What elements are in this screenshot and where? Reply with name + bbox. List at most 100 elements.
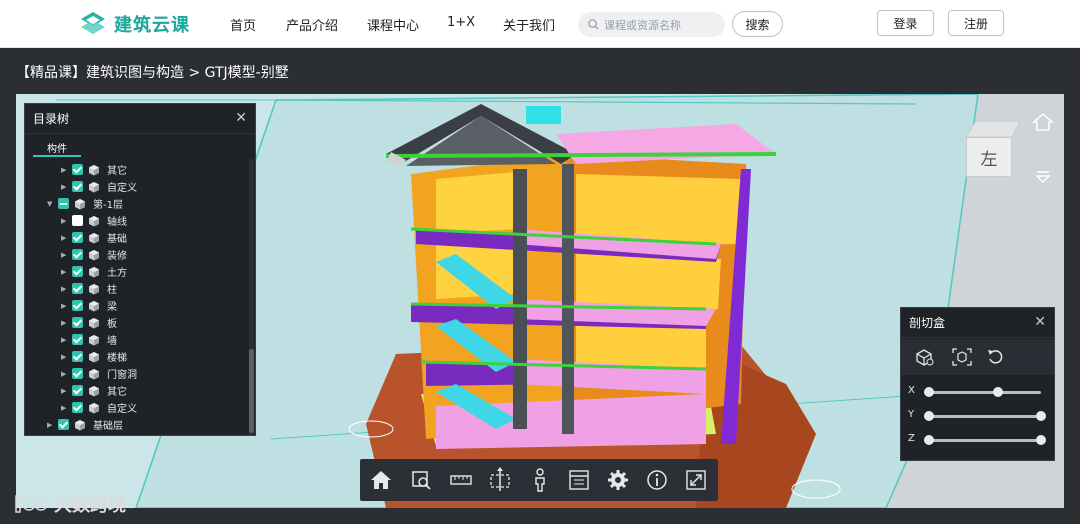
- hide-box-icon[interactable]: [913, 347, 935, 367]
- tree-item[interactable]: ▶ 基础: [61, 229, 127, 246]
- scroll-thumb[interactable]: [249, 349, 254, 433]
- cube-icon: [89, 181, 99, 192]
- caret-right-icon[interactable]: ▶: [47, 421, 55, 429]
- caret-right-icon[interactable]: ▶: [61, 183, 69, 191]
- view-home-icon[interactable]: [1032, 112, 1054, 132]
- checkbox[interactable]: [72, 334, 83, 345]
- tree-item[interactable]: ▶ 基础层: [47, 416, 123, 433]
- tree-scrollbar[interactable]: [249, 159, 254, 435]
- fit-box-icon[interactable]: [951, 347, 973, 367]
- tab-components[interactable]: 构件: [25, 134, 255, 158]
- properties-icon[interactable]: [566, 467, 592, 493]
- register-button[interactable]: 注册: [948, 10, 1004, 36]
- tree-item-label: 板: [107, 319, 117, 330]
- caret-right-icon[interactable]: ▶: [61, 234, 69, 242]
- caret-down-icon[interactable]: ▼: [47, 200, 55, 208]
- checkbox[interactable]: [58, 198, 69, 209]
- nav-about[interactable]: 关于我们: [503, 15, 555, 34]
- axis-slider-y[interactable]: Y: [901, 408, 1054, 424]
- tree-item[interactable]: ▶ 土方: [61, 263, 127, 280]
- home-icon[interactable]: [368, 467, 394, 493]
- caret-right-icon[interactable]: ▶: [61, 166, 69, 174]
- tree-item[interactable]: ▶ 自定义: [61, 178, 137, 195]
- caret-right-icon[interactable]: ▶: [61, 217, 69, 225]
- section-box-panel: 剖切盒 ✕ X Y Z: [900, 307, 1055, 461]
- tree-item[interactable]: ▶ 楼梯: [61, 348, 127, 365]
- watermark: 大数跨境: [14, 491, 126, 517]
- axis-slider-z[interactable]: Z: [901, 432, 1054, 448]
- zoom-window-icon[interactable]: [408, 467, 434, 493]
- caret-right-icon[interactable]: ▶: [61, 387, 69, 395]
- checkbox[interactable]: [72, 215, 83, 226]
- caret-right-icon[interactable]: ▶: [61, 319, 69, 327]
- caret-right-icon[interactable]: ▶: [61, 404, 69, 412]
- close-icon[interactable]: ✕: [235, 110, 247, 126]
- info-icon[interactable]: [644, 467, 670, 493]
- tree-item[interactable]: ▶ 墙: [61, 331, 117, 348]
- fullscreen-icon[interactable]: [683, 467, 709, 493]
- section-title: 剖切盒: [909, 316, 946, 330]
- view-cube-face[interactable]: 左: [966, 137, 1012, 177]
- tree-item[interactable]: ▶ 装修: [61, 246, 127, 263]
- caret-right-icon[interactable]: ▶: [61, 353, 69, 361]
- slider-min-handle[interactable]: [924, 435, 934, 445]
- brand-logo[interactable]: 建筑云课: [80, 10, 190, 38]
- checkbox[interactable]: [72, 385, 83, 396]
- checkbox[interactable]: [72, 368, 83, 379]
- cube-icon: [89, 249, 99, 260]
- caret-right-icon[interactable]: ▶: [61, 302, 69, 310]
- view-menu-down-icon[interactable]: [1034, 168, 1052, 184]
- tree-item[interactable]: ▶ 其它: [61, 161, 127, 178]
- view-cube[interactable]: 左: [962, 117, 1022, 185]
- tree-item[interactable]: ▶ 板: [61, 314, 117, 331]
- search-input[interactable]: 课程或资源名称: [578, 12, 725, 37]
- nav-courses[interactable]: 课程中心: [367, 15, 419, 34]
- caret-right-icon[interactable]: ▶: [61, 336, 69, 344]
- slider-max-handle[interactable]: [1036, 435, 1046, 445]
- caret-right-icon[interactable]: ▶: [61, 251, 69, 259]
- tree-item[interactable]: ▶ 柱: [61, 280, 117, 297]
- slider-min-handle[interactable]: [924, 387, 934, 397]
- checkbox[interactable]: [72, 164, 83, 175]
- caret-right-icon[interactable]: ▶: [61, 285, 69, 293]
- caret-right-icon[interactable]: ▶: [61, 370, 69, 378]
- tree-item[interactable]: ▶ 其它: [61, 382, 127, 399]
- top-navbar: 建筑云课 首页 产品介绍 课程中心 1+X 关于我们 课程或资源名称 搜索 登录…: [0, 0, 1080, 48]
- checkbox[interactable]: [72, 283, 83, 294]
- tree-item[interactable]: ▶ 轴线: [61, 212, 127, 229]
- search-button[interactable]: 搜索: [732, 11, 783, 37]
- tree-item[interactable]: ▼ 第-1层: [47, 195, 123, 212]
- nav-products[interactable]: 产品介绍: [286, 15, 338, 34]
- checkbox[interactable]: [72, 317, 83, 328]
- nav-1x[interactable]: 1+X: [447, 15, 475, 30]
- slider-track[interactable]: [929, 415, 1041, 418]
- login-button[interactable]: 登录: [877, 10, 934, 36]
- person-walk-icon[interactable]: [527, 467, 553, 493]
- checkbox[interactable]: [72, 402, 83, 413]
- tree-item-label: 自定义: [107, 183, 137, 194]
- settings-icon[interactable]: [605, 467, 631, 493]
- checkbox[interactable]: [72, 249, 83, 260]
- close-icon[interactable]: ✕: [1034, 314, 1046, 330]
- axis-slider-x[interactable]: X: [901, 384, 1054, 400]
- measure-ruler-icon[interactable]: [448, 467, 474, 493]
- tree-item[interactable]: ▶ 梁: [61, 297, 117, 314]
- reset-icon[interactable]: [985, 347, 1007, 367]
- checkbox[interactable]: [72, 232, 83, 243]
- slider-track[interactable]: [929, 391, 1041, 394]
- section-plane-icon[interactable]: [487, 467, 513, 493]
- nav-home[interactable]: 首页: [230, 15, 256, 34]
- checkbox[interactable]: [72, 351, 83, 362]
- slider-max-handle[interactable]: [993, 387, 1004, 397]
- checkbox[interactable]: [72, 300, 83, 311]
- checkbox[interactable]: [58, 419, 69, 430]
- checkbox[interactable]: [72, 266, 83, 277]
- checkbox[interactable]: [72, 181, 83, 192]
- slider-track[interactable]: [929, 439, 1041, 442]
- slider-min-handle[interactable]: [924, 411, 934, 421]
- tree-item[interactable]: ▶ 自定义: [61, 399, 137, 416]
- caret-right-icon[interactable]: ▶: [61, 268, 69, 276]
- tree-item[interactable]: ▶ 门窗洞: [61, 365, 137, 382]
- section-header: 剖切盒 ✕: [901, 308, 1054, 338]
- slider-max-handle[interactable]: [1036, 411, 1046, 421]
